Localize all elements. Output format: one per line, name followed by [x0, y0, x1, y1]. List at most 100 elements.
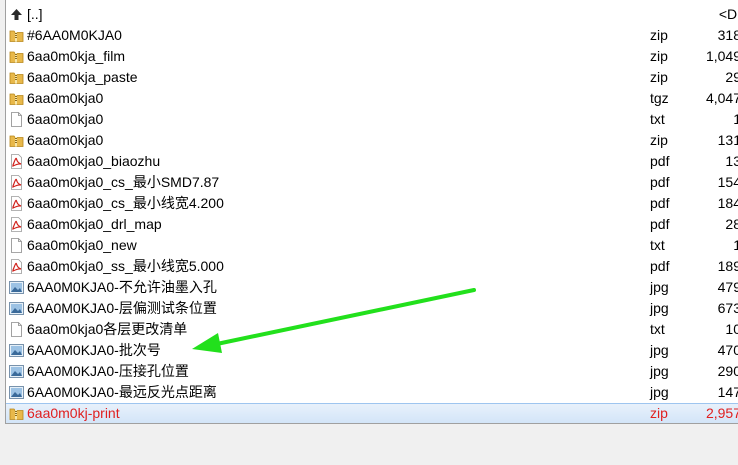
text-file-icon: [9, 322, 24, 337]
file-name: 6aa0m0kja0_biaozhu: [27, 153, 161, 169]
file-size: 1: [733, 235, 738, 256]
file-extension: zip: [650, 132, 668, 148]
file-size: 1,049: [705, 48, 738, 64]
file-row[interactable]: 6aa0m0kja0 txt 1: [6, 109, 738, 130]
file-extension: jpg: [650, 300, 669, 316]
file-size: 318: [717, 27, 738, 43]
file-extension: jpg: [650, 342, 669, 358]
file-row[interactable]: 6aa0m0kja0_cs_最小线宽4.200 pdf 184: [6, 193, 738, 214]
file-row[interactable]: 6aa0m0kja_film zip 1,049: [6, 46, 738, 67]
file-extension: txt: [650, 111, 665, 127]
image-file-icon: [9, 280, 24, 295]
file-size: 29: [725, 69, 738, 85]
file-name: 6aa0m0kja_film: [27, 48, 126, 64]
file-row[interactable]: 6AA0M0KJA0-层偏测试条位置 jpg 673: [6, 298, 738, 319]
file-name: 6AA0M0KJA0-最远反光点距离: [27, 384, 217, 400]
file-name: [..]: [27, 6, 43, 22]
file-size: 184: [717, 195, 738, 211]
file-extension: tgz: [650, 90, 669, 106]
file-extension: jpg: [650, 279, 669, 295]
file-name: 6aa0m0kja0_cs_最小SMD7.87: [27, 174, 220, 190]
image-file-icon: [9, 301, 24, 316]
file-size: 147: [717, 384, 738, 400]
file-name: 6aa0m0kja0_ss_最小线宽5.000: [27, 258, 224, 274]
image-file-icon: [9, 385, 24, 400]
zip-folder-icon: [9, 133, 24, 148]
file-name: 6aa0m0kja_paste: [27, 69, 138, 85]
file-size: 1: [733, 109, 738, 130]
file-extension: jpg: [650, 363, 669, 379]
zip-folder-icon: [9, 406, 24, 421]
file-extension: txt: [650, 237, 665, 253]
pdf-file-icon: [9, 217, 24, 232]
file-row[interactable]: 6aa0m0kja0_ss_最小线宽5.000 pdf 189: [6, 256, 738, 277]
file-row[interactable]: 6aa0m0kja0_new txt 1: [6, 235, 738, 256]
file-size: 479: [717, 279, 738, 295]
file-name: 6AA0M0KJA0-层偏测试条位置: [27, 300, 217, 316]
file-size: 154: [717, 174, 738, 190]
file-row[interactable]: 6aa0m0kja0_biaozhu pdf 13: [6, 151, 738, 172]
pdf-file-icon: [9, 154, 24, 169]
file-name: 6AA0M0KJA0-压接孔位置: [27, 363, 189, 379]
zip-folder-icon: [9, 49, 24, 64]
file-row[interactable]: 6aa0m0kja0_cs_最小SMD7.87 pdf 154: [6, 172, 738, 193]
file-extension: zip: [650, 405, 668, 421]
file-size: 13: [725, 153, 738, 169]
file-row[interactable]: 6aa0m0kj-print zip 2,957: [6, 403, 738, 423]
file-size: 2,957: [705, 405, 738, 421]
file-extension: zip: [650, 69, 668, 85]
file-size: 131: [717, 132, 738, 148]
file-row[interactable]: #6AA0M0KJA0 zip 318: [6, 25, 738, 46]
pdf-file-icon: [9, 259, 24, 274]
file-size: 290: [717, 363, 738, 379]
file-size: 10: [725, 321, 738, 337]
file-name: 6AA0M0KJA0-批次号: [27, 342, 161, 358]
file-row[interactable]: 6AA0M0KJA0-压接孔位置 jpg 290: [6, 361, 738, 382]
file-size: 673: [717, 300, 738, 316]
file-row[interactable]: 6aa0m0kja0 zip 131: [6, 130, 738, 151]
file-row[interactable]: 6aa0m0kja_paste zip 29: [6, 67, 738, 88]
file-extension: pdf: [650, 216, 670, 232]
file-extension: zip: [650, 48, 668, 64]
file-name: 6aa0m0kja0_new: [27, 237, 137, 253]
image-file-icon: [9, 343, 24, 358]
file-name: 6aa0m0kja0_drl_map: [27, 216, 162, 232]
file-name: 6aa0m0kja0_cs_最小线宽4.200: [27, 195, 224, 211]
file-name: 6aa0m0kj-print: [27, 405, 120, 421]
file-name: 6aa0m0kja0: [27, 90, 104, 106]
file-name: 6aa0m0kja0: [27, 132, 104, 148]
pdf-file-icon: [9, 196, 24, 211]
up-folder-icon: [9, 7, 24, 22]
file-name: 6AA0M0KJA0-不允许油墨入孔: [27, 279, 217, 295]
file-extension: pdf: [650, 174, 670, 190]
zip-folder-icon: [9, 70, 24, 85]
file-row[interactable]: 6aa0m0kja0_drl_map pdf 28: [6, 214, 738, 235]
file-size: 28: [725, 216, 738, 232]
pdf-file-icon: [9, 175, 24, 190]
file-extension: jpg: [650, 384, 669, 400]
zip-folder-icon: [9, 91, 24, 106]
parent-directory-row[interactable]: [..] <DI: [6, 4, 738, 25]
file-size: 470: [717, 342, 738, 358]
file-row[interactable]: 6aa0m0kja0 tgz 4,047: [6, 88, 738, 109]
file-name: #6AA0M0KJA0: [27, 27, 122, 43]
file-row[interactable]: 6AA0M0KJA0-最远反光点距离 jpg 147: [6, 382, 738, 403]
file-size: 189: [717, 258, 738, 274]
file-row[interactable]: 6AA0M0KJA0-批次号 jpg 470: [6, 340, 738, 361]
file-name: 6aa0m0kja0各层更改清单: [27, 321, 188, 337]
file-extension: txt: [650, 321, 665, 337]
file-extension: zip: [650, 27, 668, 43]
file-size: <DI: [718, 6, 738, 22]
file-name: 6aa0m0kja0: [27, 111, 104, 127]
text-file-icon: [9, 112, 24, 127]
file-extension: pdf: [650, 195, 670, 211]
file-size: 4,047: [705, 90, 738, 106]
file-list-panel: [..]<DI#6AA0M0KJA0zip3186aa0m0kja_filmzi…: [5, 0, 738, 424]
file-row[interactable]: 6aa0m0kja0各层更改清单 txt 10: [6, 319, 738, 340]
file-extension: pdf: [650, 153, 670, 169]
file-row[interactable]: 6AA0M0KJA0-不允许油墨入孔 jpg 479: [6, 277, 738, 298]
zip-folder-icon: [9, 28, 24, 43]
image-file-icon: [9, 364, 24, 379]
file-extension: pdf: [650, 258, 670, 274]
text-file-icon: [9, 238, 24, 253]
